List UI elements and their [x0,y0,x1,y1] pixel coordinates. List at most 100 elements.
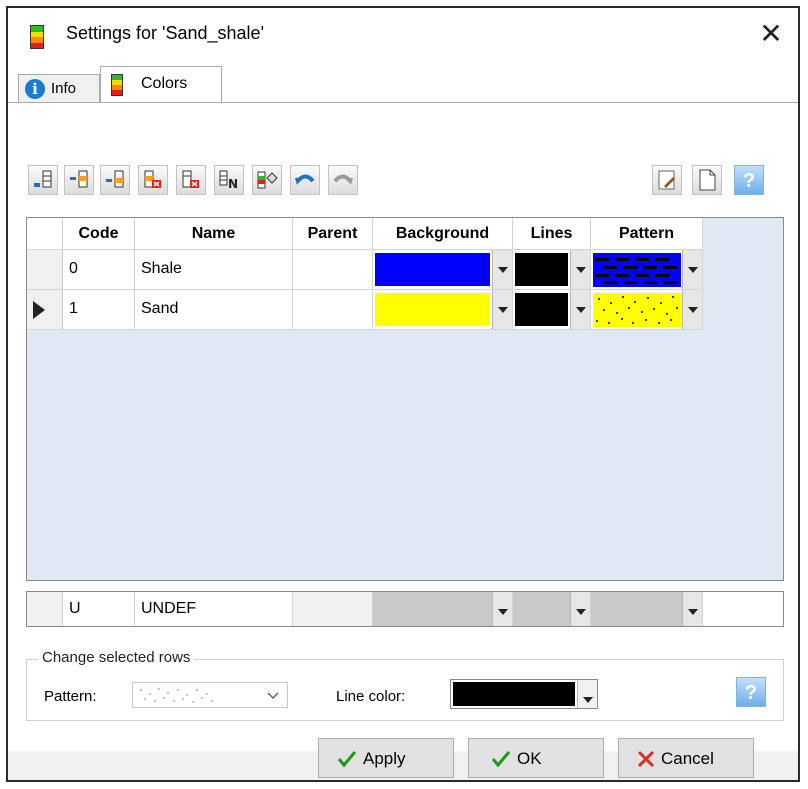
parent-cell[interactable] [293,250,373,290]
insert-row-button[interactable] [100,165,130,195]
chevron-down-icon[interactable] [570,290,590,329]
apply-label: Apply [363,749,406,768]
numbering-button[interactable]: N [214,165,244,195]
fill-color-button[interactable] [252,165,282,195]
column-header-name[interactable]: Name [135,218,293,250]
redo-icon [333,174,353,185]
name-cell: UNDEF [135,592,293,626]
line-color-swatch [453,682,575,706]
new-document-button[interactable] [692,165,722,195]
color-table[interactable]: Code Name Parent Background Lines Patter… [26,217,784,581]
edit-document-icon [658,170,675,190]
help-button[interactable]: ? [736,677,766,707]
window-title: Settings for 'Sand_shale' [66,23,264,43]
ok-label: OK [517,749,542,768]
background-color-dropdown[interactable] [373,250,513,290]
parent-cell[interactable] [293,290,373,330]
chevron-down-icon[interactable] [492,290,512,329]
insert-row-before-icon [70,170,88,188]
check-icon [491,751,511,768]
column-header-lines[interactable]: Lines [513,218,591,250]
chevron-down-icon[interactable] [570,250,590,289]
name-cell[interactable]: Sand [135,290,293,330]
pattern-dropdown[interactable] [591,290,703,330]
chevron-down-icon[interactable] [492,250,512,289]
group-legend: Change selected rows [38,649,195,666]
ok-button[interactable]: OK [468,738,604,778]
tab-strip: i Info Colors [8,62,798,104]
row-selector[interactable] [27,290,63,330]
line-color-swatch [515,253,568,286]
delete-all-rows-icon [182,170,199,188]
delete-row-button[interactable] [138,165,168,195]
line-color-select[interactable] [450,679,598,709]
delete-row-icon [144,170,161,188]
svg-text:N: N [228,177,238,191]
column-header-background[interactable]: Background [373,218,513,250]
pattern-label: Pattern: [44,688,97,705]
new-document-icon [699,169,716,191]
line-color-dropdown[interactable] [513,250,591,290]
chevron-down-icon [267,692,279,699]
paint-bucket-icon [257,171,278,189]
undo-icon [295,174,315,185]
sand-pattern-preview [140,688,213,703]
numbering-icon: N [219,170,238,191]
background-color-dropdown[interactable] [373,592,513,626]
code-cell[interactable]: 0 [63,250,135,290]
tab-info-label: Info [51,80,77,97]
check-icon [337,751,357,768]
cancel-button[interactable]: Cancel [618,738,754,778]
close-button[interactable]: ✕ [754,18,788,52]
chevron-down-icon[interactable] [682,250,702,289]
title-bar: Settings for 'Sand_shale' ✕ [8,8,798,62]
column-header-parent[interactable]: Parent [293,218,373,250]
background-color-dropdown[interactable] [373,290,513,330]
color-bars-icon [30,25,44,49]
redo-button[interactable] [328,165,358,195]
chevron-down-icon[interactable] [492,592,512,626]
colors-tab-panel: N ? Code Name Parent Background Lines Pa… [8,102,798,751]
apply-button[interactable]: Apply [318,738,454,778]
info-icon: i [25,79,45,99]
row-selector [27,592,63,626]
insert-row-icon [106,170,124,188]
row-selector[interactable] [27,250,63,290]
chevron-down-icon[interactable] [570,592,590,626]
chevron-down-icon[interactable] [682,592,702,626]
pattern-dropdown[interactable] [591,250,703,290]
undefined-row[interactable]: U UNDEF [26,591,784,627]
delete-all-rows-button[interactable] [176,165,206,195]
chevron-down-icon[interactable] [577,680,597,708]
insert-row-after-button[interactable] [28,165,58,195]
tab-info[interactable]: i Info [18,74,100,103]
current-row-arrow-icon [33,301,45,319]
parent-cell [293,592,373,626]
column-header-pattern[interactable]: Pattern [591,218,703,250]
color-bars-icon [111,74,123,96]
row-selector-header [27,218,63,250]
undo-button[interactable] [290,165,320,195]
code-cell[interactable]: 1 [63,290,135,330]
background-swatch [375,293,490,326]
pattern-select[interactable] [132,682,288,708]
help-button[interactable]: ? [734,165,764,195]
line-color-dropdown[interactable] [513,592,591,626]
cancel-label: Cancel [661,749,714,768]
name-cell[interactable]: Shale [135,250,293,290]
sand-pattern-swatch [593,293,681,327]
insert-row-before-button[interactable] [64,165,94,195]
settings-dialog: Settings for 'Sand_shale' ✕ i Info Color… [6,6,800,782]
tab-colors[interactable]: Colors [100,66,222,104]
chevron-down-icon[interactable] [682,290,702,329]
cross-icon [637,750,655,768]
column-header-code[interactable]: Code [63,218,135,250]
shale-pattern-swatch [593,253,681,287]
tab-colors-label: Colors [141,75,188,92]
line-color-dropdown[interactable] [513,290,591,330]
edit-button[interactable] [652,165,682,195]
background-swatch [375,253,490,286]
pattern-dropdown[interactable] [591,592,703,626]
code-cell: U [63,592,135,626]
insert-row-after-icon [34,170,52,188]
